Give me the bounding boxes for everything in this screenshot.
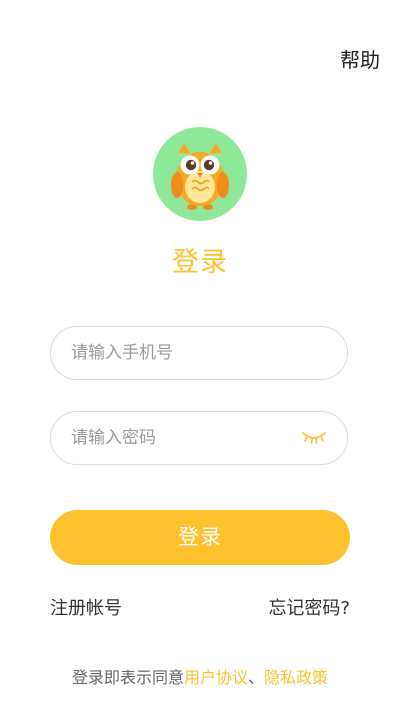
owl-logo-icon bbox=[153, 127, 247, 221]
eye-closed-icon[interactable] bbox=[301, 429, 327, 447]
privacy-policy-link[interactable]: 隐私政策 bbox=[264, 668, 328, 687]
password-field[interactable] bbox=[50, 411, 348, 465]
agreement-text: 登录即表示同意用户协议、隐私政策 bbox=[0, 664, 400, 688]
agreement-prefix: 登录即表示同意 bbox=[71, 668, 184, 687]
forgot-password-link[interactable]: 忘记密码? bbox=[268, 594, 350, 620]
help-link[interactable]: 帮助 bbox=[340, 44, 380, 73]
login-button[interactable]: 登录 bbox=[50, 510, 350, 565]
phone-field[interactable] bbox=[50, 326, 348, 380]
phone-input[interactable] bbox=[71, 327, 301, 379]
agreement-separator: 、 bbox=[248, 668, 265, 687]
user-agreement-link[interactable]: 用户协议 bbox=[184, 668, 248, 687]
page-title: 登录 bbox=[172, 247, 228, 278]
register-link[interactable]: 注册帐号 bbox=[50, 594, 122, 620]
password-input[interactable] bbox=[71, 412, 301, 464]
